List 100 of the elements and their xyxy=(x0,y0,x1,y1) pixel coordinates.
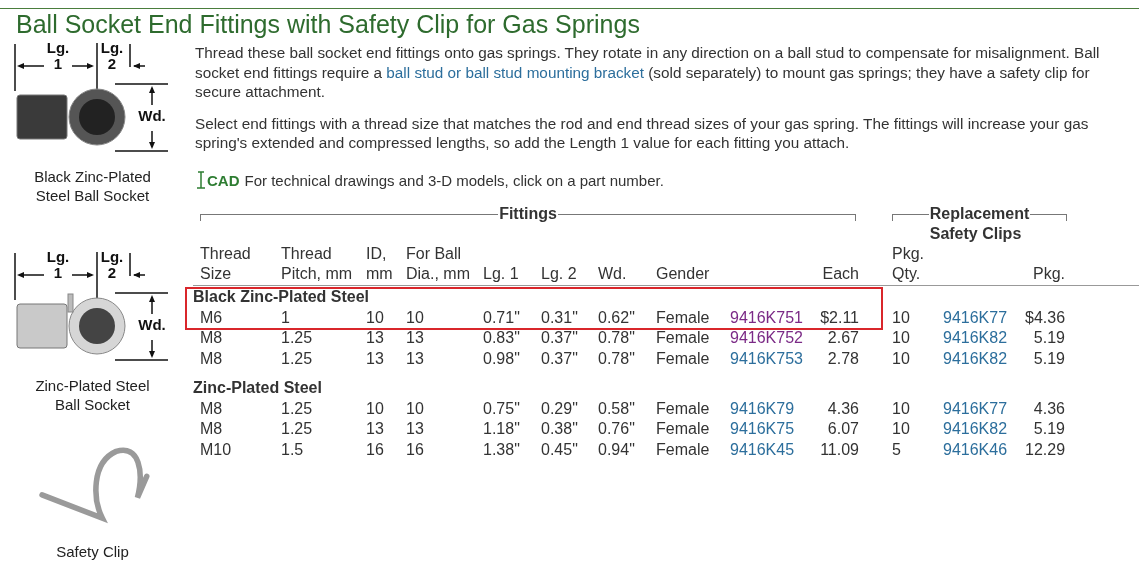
table-cell: Female xyxy=(656,399,710,417)
table-cell: 16 xyxy=(406,440,424,458)
table-cell: 0.98" xyxy=(483,349,520,367)
bracket-line xyxy=(892,214,929,221)
dimension-label: Wd. xyxy=(138,107,166,124)
table-cell: 10 xyxy=(892,420,910,437)
description-paragraph: Thread these ball socket end fittings onto gas springs. They rotate in any direction on a ball stud to compensate for misalignment. Ball socket end fittings require a ball stud or ball stud mounting bracket (sold separately) to mount gas springs; they have a safety clip for secure attachment. xyxy=(195,43,1101,102)
table-cell: 0.37" xyxy=(541,329,578,346)
table-cell: 0.62" xyxy=(598,308,635,326)
table-cell: 1 xyxy=(281,308,290,326)
column-header: Wd. xyxy=(598,264,628,284)
dimension-label: Lg. xyxy=(46,39,70,56)
group-title: Zinc-Plated Steel xyxy=(193,379,322,396)
column-group-header: Safety Clips xyxy=(929,225,1022,242)
part-number-link[interactable]: 9416K45 xyxy=(730,440,795,458)
table-cell: Female xyxy=(656,420,710,437)
part-number-link[interactable]: 9416K46 xyxy=(943,440,1008,458)
price-cell: 12.29 xyxy=(1025,440,1066,458)
table-cell: 1.38" xyxy=(483,440,520,458)
dimension-label: Wd. xyxy=(138,316,166,333)
cad-link[interactable]: CAD xyxy=(195,169,240,192)
table-cell: 16 xyxy=(366,440,384,458)
column-header: Qty. xyxy=(892,264,922,284)
caliper-icon xyxy=(195,170,207,191)
table-cell: 1.25 xyxy=(281,399,313,417)
part-number-link[interactable]: 9416K77 xyxy=(943,399,1008,417)
part-number-link[interactable]: 9416K82 xyxy=(943,329,1008,346)
column-header: Gender xyxy=(656,264,711,284)
cad-note: For technical drawings and 3-D models, click on a part number. xyxy=(244,170,664,191)
price-cell: 2.67 xyxy=(827,329,859,346)
table-cell: 0.37" xyxy=(541,349,578,367)
product-link[interactable]: ball stud or ball stud mounting bracket xyxy=(386,63,644,81)
table-cell: 10 xyxy=(366,308,384,326)
price-cell: 6.07 xyxy=(827,420,859,437)
figure-caption: Zinc-Plated Steel Ball Socket xyxy=(34,376,151,414)
price-cell: 5.19 xyxy=(1033,349,1065,367)
table-cell: 13 xyxy=(366,420,384,437)
table-cell: 13 xyxy=(406,349,424,367)
table-cell: M8 xyxy=(200,399,223,417)
table-cell: Female xyxy=(656,349,710,367)
group-title: Black Zinc-Plated Steel xyxy=(193,288,370,305)
column-header: Thread xyxy=(281,244,333,264)
description-paragraph: Select end fittings with a thread size that matches the rod and end thread sizes of your gas spring. The fittings will increase your gas spring's extended and compressed lengths, so add the Length 1 value for each fitting you attach. xyxy=(195,113,1090,153)
table-cell: Female xyxy=(656,308,710,326)
price-cell: 11.09 xyxy=(820,440,859,458)
column-header: Each xyxy=(821,264,859,284)
price-cell: 2.78 xyxy=(827,349,859,367)
table-cell: 1.5 xyxy=(281,440,304,458)
column-group-header: Replacement xyxy=(928,204,1031,224)
table-cell: 10 xyxy=(406,399,424,417)
figure-caption: Safety Clip xyxy=(55,542,130,561)
column-header: Size xyxy=(200,264,233,284)
table-cell: Female xyxy=(656,329,710,346)
table-cell: 0.71" xyxy=(483,308,520,326)
table-cell: 10 xyxy=(892,329,910,346)
table-cell: M8 xyxy=(200,349,223,367)
table-cell: M8 xyxy=(200,420,223,437)
part-number-link[interactable]: 9416K79 xyxy=(730,399,795,417)
table-cell: 0.94" xyxy=(598,440,635,458)
page-title: Ball Socket End Fittings with Safety Clip for Gas Springs xyxy=(16,9,641,38)
table-cell: 10 xyxy=(366,399,384,417)
table-cell: M8 xyxy=(200,329,223,346)
table-cell: 10 xyxy=(406,308,424,326)
dimension-label: Lg. xyxy=(100,248,124,265)
price-cell: $2.11 xyxy=(820,308,859,326)
column-header: For Ball xyxy=(406,244,463,264)
table-cell: 0.45" xyxy=(541,440,578,458)
price-cell: $4.36 xyxy=(1025,308,1066,326)
bracket-line xyxy=(1030,214,1067,221)
dimension-label: 1 xyxy=(53,55,63,72)
table-cell: 0.78" xyxy=(598,349,635,367)
part-number-link[interactable]: 9416K82 xyxy=(943,420,1008,437)
price-cell: 4.36 xyxy=(1033,399,1065,417)
column-header: Thread xyxy=(200,244,252,264)
dimension-label: Lg. xyxy=(100,39,124,56)
table-cell: 10 xyxy=(892,349,910,367)
table-cell: 0.75" xyxy=(483,399,520,417)
column-header: Lg. 1 xyxy=(483,264,520,284)
table-cell: 0.38" xyxy=(541,420,578,437)
part-number-link[interactable]: 9416K77 xyxy=(943,308,1008,326)
price-cell: 5.19 xyxy=(1033,329,1065,346)
column-header: ID, xyxy=(366,244,388,264)
part-number-link[interactable]: 9416K751 xyxy=(730,308,803,326)
column-header: Lg. 2 xyxy=(541,264,578,284)
price-cell: 5.19 xyxy=(1033,420,1065,437)
table-cell: 5 xyxy=(892,440,901,458)
column-header: Pkg. xyxy=(1032,264,1065,284)
column-group-header: Fittings xyxy=(498,204,558,224)
part-number-link[interactable]: 9416K82 xyxy=(943,349,1008,367)
table-cell: M10 xyxy=(200,440,232,458)
table-cell: 1.25 xyxy=(281,329,313,346)
part-number-link[interactable]: 9416K75 xyxy=(730,420,795,437)
column-header: Pkg. xyxy=(892,244,925,264)
part-number-link[interactable]: 9416K752 xyxy=(730,329,803,346)
part-number-link[interactable]: 9416K753 xyxy=(730,349,803,367)
table-cell: 1.18" xyxy=(483,420,520,437)
price-cell: 4.36 xyxy=(827,399,859,417)
table-cell: 0.76" xyxy=(598,420,635,437)
table-cell: 13 xyxy=(406,329,424,346)
table-cell: 0.29" xyxy=(541,399,578,417)
